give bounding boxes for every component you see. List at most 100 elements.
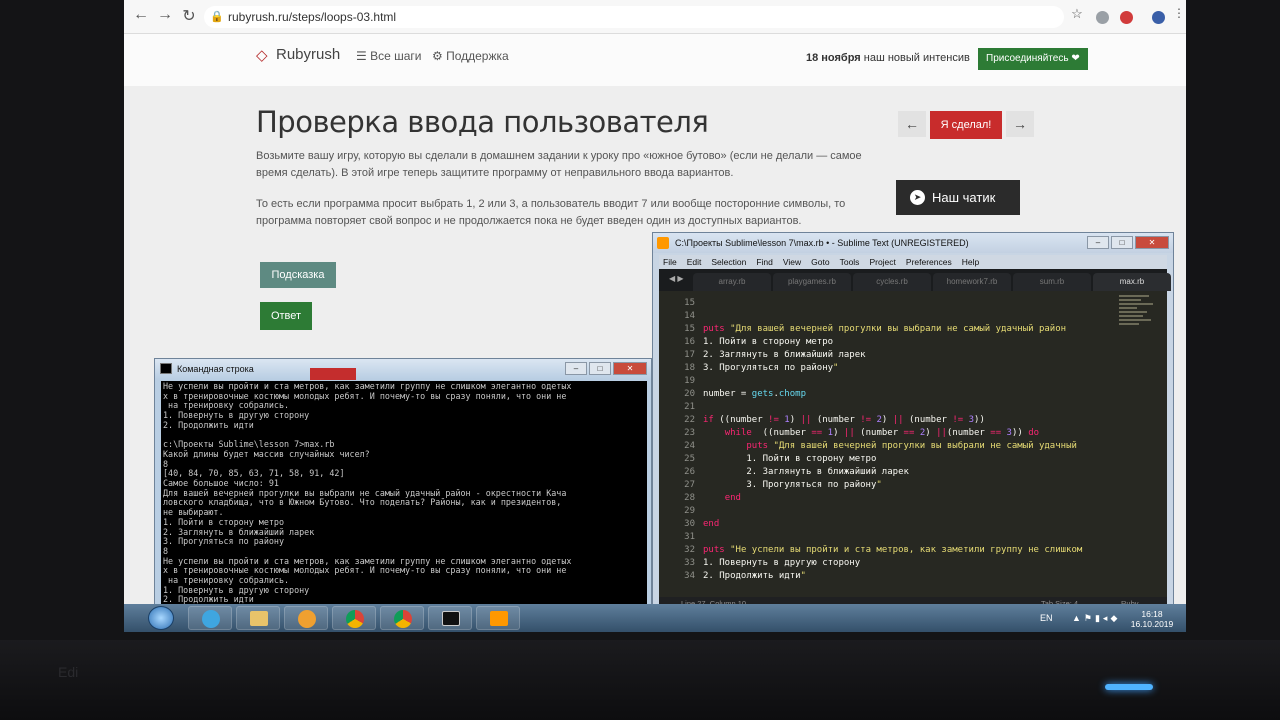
chat-button[interactable]: ➤ Наш чатик (896, 180, 1020, 215)
code-line: end (724, 493, 741, 503)
sublime-menu-bar: File Edit Selection Find View Goto Tools Projec… (659, 255, 1167, 269)
line-number: 30 (684, 519, 695, 529)
extension-icon[interactable] (1096, 11, 1109, 24)
menu-item-edit[interactable]: Edit (687, 255, 702, 269)
cmd-output[interactable]: Не успели вы пройти и ста метров, как за… (161, 381, 647, 607)
line-number: 28 (684, 493, 695, 503)
chrome-icon (394, 610, 412, 628)
code-line: puts "Для вашей вечерней прогулки вы выб… (746, 441, 1077, 451)
cmd-line: 3. Прогуляться по району (163, 536, 285, 547)
ruby-gem-icon: ◇ (256, 47, 268, 64)
telegram-icon: ➤ (910, 190, 925, 205)
minimize-icon[interactable]: – (1087, 236, 1109, 249)
forward-arrow-icon[interactable]: → (154, 6, 176, 24)
next-step-button[interactable]: → (1006, 111, 1034, 137)
tab-scroll-arrows-icon[interactable]: ◀ ▶ (669, 274, 684, 283)
menu-item-view[interactable]: View (783, 255, 801, 269)
cmd-icon (160, 363, 172, 374)
cmd-window-controls: – □ ✕ (565, 362, 647, 375)
address-bar[interactable]: rubyrush.ru/steps/loops-03.html (204, 6, 1064, 28)
editor-tab[interactable]: array.rb (693, 273, 771, 291)
maximize-icon[interactable]: □ (589, 362, 611, 375)
close-icon[interactable]: ✕ (613, 362, 647, 375)
taskbar-cmd[interactable] (428, 606, 472, 630)
menu-item-project[interactable]: Project (869, 255, 895, 269)
close-icon[interactable]: ✕ (1135, 236, 1169, 249)
start-button[interactable] (148, 606, 174, 630)
minimize-icon[interactable]: – (565, 362, 587, 375)
nav-all-steps-label: Все шаги (370, 49, 422, 63)
taskbar-media[interactable] (284, 606, 328, 630)
prev-step-button[interactable]: ← (898, 111, 926, 137)
menu-item-goto[interactable]: Goto (811, 255, 829, 269)
editor-tab[interactable]: homework7.rb (933, 273, 1011, 291)
reload-icon[interactable]: ↻ (178, 6, 200, 26)
line-number: 15 (684, 298, 695, 308)
site-logo[interactable]: Rubyrush (276, 46, 340, 63)
taskbar-chrome-1[interactable] (332, 606, 376, 630)
lesson-paragraph-1: Возьмите вашу игру, которую вы сделали в… (256, 150, 862, 179)
menu-dots-icon[interactable]: ⋮ (1168, 6, 1186, 20)
menu-item-tools[interactable]: Tools (840, 255, 860, 269)
cmd-line: 2. Продолжить идти (163, 419, 254, 430)
code-line: puts "Для вашей вечерней прогулки вы выб… (703, 324, 1067, 334)
maximize-icon[interactable]: □ (1111, 236, 1133, 249)
join-button[interactable]: Присоединяйтесь ❤ (978, 48, 1088, 70)
hint-button[interactable]: Подсказка (260, 262, 336, 288)
adblock-icon[interactable] (1120, 11, 1133, 24)
taskbar-sublime[interactable] (476, 606, 520, 630)
answer-button[interactable]: Ответ (260, 302, 312, 330)
line-number: 34 (684, 571, 695, 581)
menu-item-file[interactable]: File (663, 255, 677, 269)
code-line: 1. Пойти в сторону метро (703, 454, 877, 464)
taskbar-chrome-2[interactable] (380, 606, 424, 630)
nav-support[interactable]: ⚙ Поддержка (432, 49, 509, 63)
code-line: 3. Прогуляться по району" (703, 480, 882, 490)
taskbar-ie[interactable] (188, 606, 232, 630)
nav-all-steps[interactable]: ☰ Все шаги (356, 49, 422, 63)
code-line: 2. Заглянуть в ближайший ларек (703, 350, 866, 360)
done-button[interactable]: Я сделал! (930, 111, 1002, 139)
code-line: 3. Прогуляться по району" (703, 363, 839, 373)
bookmark-star-icon[interactable]: ☆ (1066, 6, 1088, 22)
promo-date: 18 ноября (806, 52, 861, 64)
site-header: ◇ Rubyrush ☰ Все шаги ⚙ Поддержка 18 ноя… (124, 34, 1186, 86)
code-editor[interactable]: 15 14 15 16 17 18 19 20 21 22 23 24 25 26 27 28 29 30 31 32… (659, 291, 1167, 597)
back-arrow-icon[interactable]: ← (130, 6, 152, 24)
line-number: 29 (684, 506, 695, 516)
line-number: 24 (684, 441, 695, 451)
folder-icon (250, 611, 268, 626)
media-player-icon (298, 610, 316, 628)
clock[interactable]: 16:18 16.10.2019 (1128, 609, 1176, 629)
chat-button-label: Наш чатик (932, 190, 996, 205)
minimap[interactable] (1119, 295, 1159, 335)
line-number: 31 (684, 532, 695, 542)
menu-item-preferences[interactable]: Preferences (906, 255, 952, 269)
clock-time: 16:18 (1141, 609, 1163, 619)
tray-icons[interactable]: ▲⚑▮◂◆ (1072, 613, 1120, 624)
line-number: 23 (684, 428, 695, 438)
menu-item-selection[interactable]: Selection (711, 255, 746, 269)
code-line: if ((number != 1) || (number != 2) || (n… (703, 415, 985, 425)
sublime-window[interactable]: C:\Проекты Sublime\lesson 7\max.rb • - S… (652, 232, 1174, 616)
editor-tab[interactable]: max.rb (1093, 273, 1171, 291)
editor-tab[interactable]: cycles.rb (853, 273, 931, 291)
code-line: while ((number == 1) || (number == 2) ||… (724, 428, 1040, 438)
sublime-icon (657, 237, 669, 249)
menu-item-find[interactable]: Find (756, 255, 773, 269)
taskbar-explorer[interactable] (236, 606, 280, 630)
profile-avatar[interactable] (1152, 11, 1165, 24)
line-number: 15 (684, 324, 695, 334)
code-line: 2. Заглянуть в ближайший ларек (703, 467, 909, 477)
promo-text: 18 ноября наш новый интенсив (806, 52, 970, 64)
language-indicator[interactable]: EN (1040, 613, 1053, 623)
menu-item-help[interactable]: Help (962, 255, 979, 269)
nav-support-label: Поддержка (446, 49, 509, 63)
code-content[interactable]: puts "Для вашей вечерней прогулки вы выб… (703, 297, 1111, 583)
editor-tab[interactable]: sum.rb (1013, 273, 1091, 291)
command-prompt-window[interactable]: Командная строка – □ ✕ Не успели вы прой… (154, 358, 652, 614)
editor-tab[interactable]: playgames.rb (773, 273, 851, 291)
